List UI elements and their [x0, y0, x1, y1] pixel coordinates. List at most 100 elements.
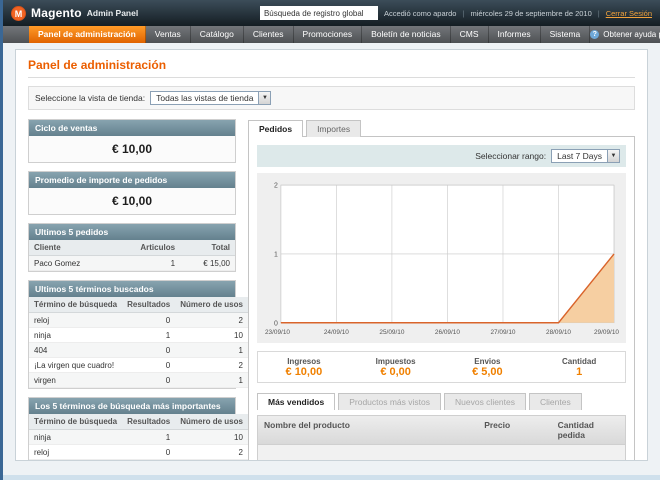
header-date: miércoles 29 de septiembre de 2010 — [470, 9, 591, 18]
top-search-terms-table: Término de búsquedaResultadosNúmero de u… — [29, 414, 235, 461]
svg-text:23/09/10: 23/09/10 — [265, 329, 290, 336]
lifetime-sales-title: Ciclo de ventas — [29, 120, 235, 136]
grid-col-price[interactable]: Precio — [478, 416, 551, 444]
table-row[interactable]: Paco Gomez1€ 15,00 — [29, 256, 235, 271]
table-row[interactable]: reloj02 — [29, 313, 248, 328]
last-search-terms-box: Ultimos 5 términos buscados Término de b… — [28, 280, 236, 389]
tab-mas-vendidos[interactable]: Más vendidos — [257, 393, 335, 410]
logo-subtitle: Admin Panel — [87, 8, 138, 18]
magento-logo-icon: M — [11, 6, 26, 21]
grid-col-product[interactable]: Nombre del producto — [258, 416, 478, 444]
tab-clientes[interactable]: Clientes — [529, 393, 582, 410]
total-impuestos: Impuestos€ 0,00 — [350, 357, 442, 378]
column-header-articulos: Articulos — [113, 240, 180, 256]
top-search-terms-box: Los 5 términos de búsqueda más important… — [28, 397, 236, 461]
table-cell: 1 — [175, 373, 248, 388]
table-cell: 2 — [175, 313, 248, 328]
last-orders-table: ClienteArticulosTotalPaco Gomez1€ 15,00 — [29, 240, 235, 271]
table-row[interactable]: ninja110 — [29, 430, 248, 445]
tab-productos-mas-vistos[interactable]: Productos más vistos — [338, 393, 441, 410]
store-view-select[interactable]: Todas las vistas de tienda ▼ — [150, 91, 271, 105]
store-view-value: Todas las vistas de tienda — [151, 93, 258, 103]
column-header-termino-de-busqueda: Término de búsqueda — [29, 414, 122, 430]
table-cell: 1 — [122, 328, 175, 343]
nav-items: Panel de administraciónVentasCatálogoCli… — [29, 26, 590, 43]
svg-text:2: 2 — [274, 183, 278, 190]
content-card: Panel de administración Seleccione la vi… — [15, 49, 648, 461]
grid-col-qty[interactable]: Cantidad pedida — [552, 416, 625, 444]
nav-item-promociones[interactable]: Promociones — [294, 26, 363, 43]
table-cell: ninja — [29, 328, 122, 343]
orders-area-chart: 01223/09/1024/09/1025/09/1026/09/1027/09… — [263, 179, 620, 337]
tab-pedidos[interactable]: Pedidos — [248, 120, 303, 137]
window-frame-bottom — [3, 475, 660, 480]
nav-item-ventas[interactable]: Ventas — [146, 26, 191, 43]
chevron-down-icon: ▼ — [607, 150, 619, 162]
nav-item-clientes[interactable]: Clientes — [244, 26, 294, 43]
table-row[interactable]: ¡La virgen que cuadro!02 — [29, 460, 248, 462]
table-row[interactable]: reloj02 — [29, 445, 248, 460]
column-header-resultados: Resultados — [122, 414, 175, 430]
tab-importes[interactable]: Importes — [306, 120, 361, 137]
logo-title: Magento — [31, 6, 82, 20]
table-cell: 2 — [175, 358, 248, 373]
range-label: Seleccionar rango: — [475, 151, 546, 161]
total-value: € 10,00 — [258, 366, 350, 378]
nav-item-boletin-de-noticias[interactable]: Boletín de noticias — [362, 26, 450, 43]
table-cell: 0 — [122, 358, 175, 373]
svg-text:29/09/10: 29/09/10 — [594, 329, 619, 336]
range-select[interactable]: Last 7 Days ▼ — [551, 149, 620, 163]
total-value: 1 — [533, 366, 625, 378]
logged-in-as-text: Accedió como apardo — [384, 9, 457, 18]
table-cell: 1 — [175, 343, 248, 358]
table-row[interactable]: 40401 — [29, 343, 248, 358]
help-link[interactable]: ? Obtener ayuda para esta página — [590, 26, 660, 43]
total-label: Envios — [442, 357, 534, 366]
main-nav: Panel de administraciónVentasCatálogoCli… — [3, 26, 660, 43]
table-cell: 2 — [175, 445, 248, 460]
tab-nuevos-clientes[interactable]: Nuevos clientes — [444, 393, 526, 410]
total-value: € 0,00 — [350, 366, 442, 378]
table-row[interactable]: virgen01 — [29, 373, 248, 388]
nav-item-informes[interactable]: Informes — [489, 26, 541, 43]
table-cell: 404 — [29, 343, 122, 358]
column-header-total: Total — [180, 240, 235, 256]
total-ingresos: Ingresos€ 10,00 — [258, 357, 350, 378]
table-cell: reloj — [29, 313, 122, 328]
average-order-box: Promedio de importe de pedidos € 10,00 — [28, 171, 236, 215]
table-cell: 0 — [122, 373, 175, 388]
nav-item-cms[interactable]: CMS — [451, 26, 489, 43]
help-icon: ? — [590, 30, 599, 39]
table-row[interactable]: ¡La virgen que cuadro!02 — [29, 358, 248, 373]
table-cell: 10 — [175, 328, 248, 343]
svg-text:0: 0 — [274, 320, 278, 327]
last-search-terms-title: Ultimos 5 términos buscados — [29, 281, 235, 297]
global-search-input[interactable] — [260, 6, 378, 20]
table-cell: virgen — [29, 373, 122, 388]
logout-link[interactable]: Cerrar Sesión — [606, 9, 652, 18]
svg-text:24/09/10: 24/09/10 — [324, 329, 349, 336]
header-separator: | — [598, 9, 600, 18]
products-grid-header: Nombre del producto Precio Cantidad pedi… — [257, 415, 626, 445]
column-header-termino-de-busqueda: Término de búsqueda — [29, 297, 122, 313]
lifetime-sales-box: Ciclo de ventas € 10,00 — [28, 119, 236, 163]
chart-panel: Seleccionar rango: Last 7 Days ▼ 0 1 2 23/0… — [248, 136, 635, 461]
top-search-terms-title: Los 5 términos de búsqueda más important… — [29, 398, 235, 414]
table-cell: ¡La virgen que cuadro! — [29, 460, 122, 462]
average-order-title: Promedio de importe de pedidos — [29, 172, 235, 188]
store-view-bar: Seleccione la vista de tienda: Todas las… — [28, 86, 635, 110]
bottom-tabs: Más vendidosProductos más vistosNuevos c… — [257, 392, 626, 409]
nav-item-catalogo[interactable]: Catálogo — [191, 26, 244, 43]
column-header-numero-de-usos: Número de usos — [175, 414, 248, 430]
table-row[interactable]: ninja110 — [29, 328, 248, 343]
dashboard-main: PedidosImportes Seleccionar rango: Last … — [248, 119, 635, 461]
table-cell: Paco Gomez — [29, 256, 113, 271]
table-cell: 10 — [175, 430, 248, 445]
nav-item-sistema[interactable]: Sistema — [541, 26, 591, 43]
total-value: € 5,00 — [442, 366, 534, 378]
table-cell: 0 — [122, 445, 175, 460]
table-cell: reloj — [29, 445, 122, 460]
svg-text:27/09/10: 27/09/10 — [490, 329, 515, 336]
nav-item-panel-de-administracion[interactable]: Panel de administración — [29, 26, 146, 43]
header: M Magento Admin Panel Accedió como apard… — [3, 0, 660, 26]
